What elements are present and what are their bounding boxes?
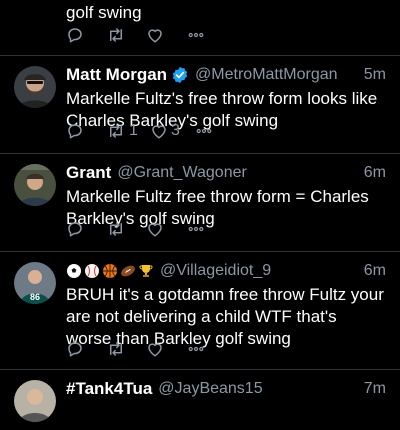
more-button[interactable]	[186, 26, 226, 44]
like-button[interactable]	[146, 220, 186, 238]
reply-icon	[68, 222, 82, 237]
like-count: 3	[171, 122, 180, 139]
like-icon	[148, 343, 162, 357]
tweet[interactable]: Grant @Grant_Wagoner 6m Markelle Fultz f…	[0, 154, 400, 252]
more-button[interactable]	[186, 220, 226, 238]
tweet-actions	[66, 220, 226, 238]
reply-button[interactable]	[66, 340, 106, 358]
tweet[interactable]: Matt Morgan @MetroMattMorgan 5m Markelle…	[0, 56, 400, 154]
football-icon	[121, 265, 135, 277]
timestamp[interactable]: 7m	[364, 380, 386, 398]
more-icon	[196, 128, 212, 134]
soccer-ball-icon	[67, 264, 81, 278]
trophy-icon	[139, 265, 153, 277]
username[interactable]: @Villageidiot_9	[160, 262, 271, 280]
basketball-icon	[103, 264, 117, 278]
tweet-header: Matt Morgan @MetroMattMorgan 5m	[66, 64, 386, 86]
tweet-actions: 1 3	[66, 122, 234, 140]
more-button[interactable]	[194, 122, 234, 140]
retweet-button[interactable]	[106, 340, 146, 358]
more-button[interactable]	[186, 340, 226, 358]
reply-icon	[68, 124, 82, 139]
display-name-emojis[interactable]	[66, 263, 154, 279]
display-name[interactable]: Matt Morgan	[66, 65, 167, 85]
retweet-count: 1	[129, 122, 138, 139]
tweet-text: golf swing	[66, 3, 142, 22]
reply-icon	[68, 28, 82, 43]
reply-button[interactable]	[66, 220, 106, 238]
tweet-header: @Villageidiot_9 6m	[66, 260, 386, 282]
tweet-feed: golf swing Matt Morgan @MetroMattMorgan …	[0, 0, 400, 422]
like-icon	[148, 223, 162, 237]
more-icon	[188, 346, 204, 352]
tweet-actions	[66, 26, 226, 44]
username[interactable]: @MetroMattMorgan	[195, 66, 338, 84]
tweet[interactable]: golf swing	[0, 0, 400, 56]
like-button[interactable]	[146, 26, 186, 44]
retweet-button[interactable]: 1	[106, 122, 150, 140]
reply-button[interactable]	[66, 26, 106, 44]
username[interactable]: @Grant_Wagoner	[117, 164, 246, 182]
retweet-icon	[110, 28, 122, 42]
verified-badge-icon	[172, 66, 188, 84]
retweet-icon	[110, 124, 122, 138]
display-name[interactable]: #Tank4Tua	[66, 379, 152, 399]
tweet[interactable]: 86 @Villageidiot_9 6m BRUH it's a gotdam…	[0, 252, 400, 370]
display-name[interactable]: Grant	[66, 163, 111, 183]
username[interactable]: @JayBeans15	[158, 380, 262, 398]
tweet-header: #Tank4Tua @JayBeans15 7m	[66, 378, 386, 400]
like-button[interactable]: 3	[150, 122, 194, 140]
tweet-header: Grant @Grant_Wagoner 6m	[66, 162, 386, 184]
retweet-icon	[110, 342, 122, 356]
tweet[interactable]: #Tank4Tua @JayBeans15 7m	[0, 370, 400, 430]
timestamp[interactable]: 6m	[364, 262, 386, 280]
timestamp[interactable]: 6m	[364, 164, 386, 182]
more-icon	[188, 32, 204, 38]
retweet-button[interactable]	[106, 26, 146, 44]
more-icon	[188, 226, 204, 232]
avatar[interactable]	[14, 164, 56, 206]
like-icon	[148, 29, 162, 43]
reply-button[interactable]	[66, 122, 106, 140]
like-icon	[152, 125, 166, 139]
like-button[interactable]	[146, 340, 186, 358]
reply-icon	[68, 342, 82, 357]
svg-text:86: 86	[30, 292, 40, 302]
retweet-button[interactable]	[106, 220, 146, 238]
timestamp[interactable]: 5m	[364, 66, 386, 84]
baseball-icon	[85, 264, 99, 278]
avatar[interactable]: 86	[14, 262, 56, 304]
tweet-actions	[66, 340, 226, 358]
retweet-icon	[110, 222, 122, 236]
avatar[interactable]	[14, 66, 56, 108]
avatar[interactable]	[14, 380, 56, 422]
